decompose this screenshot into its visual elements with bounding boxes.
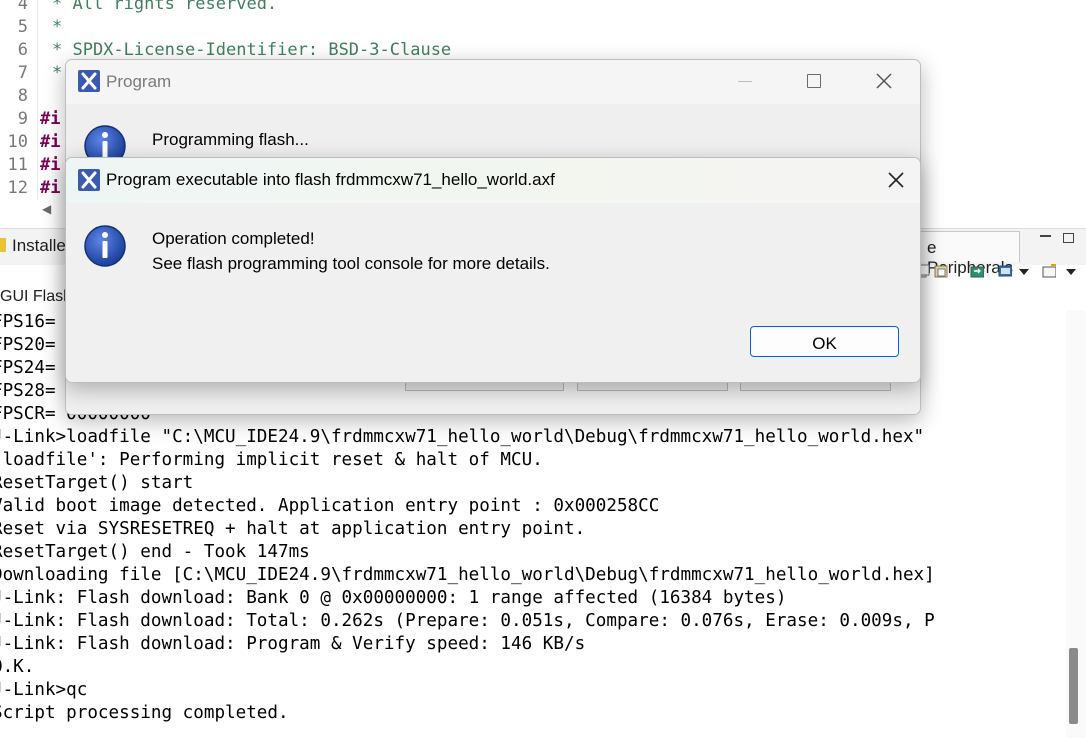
flash-dialog-message-line2: See flash programming tool console for m… (152, 254, 550, 273)
program-dialog-message: Programming flash... (152, 130, 309, 149)
code-text: #i (40, 178, 61, 198)
line-number: 8 (17, 86, 28, 106)
maximize-icon[interactable] (807, 74, 821, 88)
ok-button[interactable]: OK (750, 326, 899, 357)
flash-dialog-title: Program executable into flash frdmmcxw71… (106, 170, 555, 189)
open-console-icon[interactable] (1042, 264, 1056, 278)
minimize-icon[interactable] (738, 81, 752, 82)
console-line: J-Link: Flash download: Total: 0.262s (P… (0, 611, 935, 631)
display-console-icon[interactable] (998, 264, 1012, 278)
line-number: 6 (17, 40, 28, 60)
console-line: 'loadfile': Performing implicit reset & … (0, 450, 543, 470)
program-dialog-title: Program (106, 72, 172, 91)
code-text: * All rights reserved. (52, 0, 278, 14)
flash-dialog-titlebar[interactable]: Program executable into flash frdmmcxw71… (66, 158, 920, 203)
code-text: #i (40, 109, 61, 129)
console-line: FPS20= (0, 335, 56, 355)
installed-icon (0, 238, 6, 252)
tab-installed-label: Installe (12, 236, 66, 255)
console-line: FPS16= (0, 312, 56, 332)
console-line: Valid boot image detected. Application e… (0, 496, 660, 516)
close-icon[interactable] (874, 71, 894, 91)
program-dialog-titlebar[interactable]: Program (66, 60, 920, 104)
minimize-view-icon[interactable] (1040, 235, 1051, 237)
line-number: 5 (17, 17, 28, 37)
console-line: Script processing completed. (0, 703, 289, 723)
console-scrollbar-thumb[interactable] (1069, 648, 1078, 724)
code-text: #i (40, 132, 61, 152)
console-line: ResetTarget() end - Took 147ms (0, 542, 310, 562)
editor-gutter-divider (37, 0, 38, 200)
console-line: FPS24= (0, 358, 56, 378)
console-line: Reset via SYSRESETREQ + halt at applicat… (0, 519, 586, 539)
line-number: 9 (17, 109, 28, 129)
console-line: J-Link>qc (0, 680, 88, 700)
scroll-left-arrow-icon[interactable]: ◀ (42, 202, 51, 216)
console-line: O.K. (0, 657, 35, 677)
console-title: GUI Flash (0, 288, 73, 305)
display-console-dropdown-icon[interactable] (1019, 269, 1029, 275)
line-number: 12 (7, 178, 28, 198)
line-number: 11 (7, 155, 28, 175)
console-line: Downloading file [C:\MCU_IDE24.9\frdmmcx… (0, 565, 935, 585)
maximize-view-icon[interactable] (1063, 233, 1074, 243)
x-app-icon (78, 70, 100, 92)
line-number: 10 (7, 132, 28, 152)
code-text: * (52, 63, 63, 83)
tab-installed[interactable]: Installe (0, 236, 66, 256)
close-icon[interactable] (886, 170, 906, 190)
console-line: ResetTarget() start (0, 473, 194, 493)
open-console-dropdown-icon[interactable] (1066, 269, 1076, 275)
tab-peripherals[interactable]: e Peripherals (916, 231, 1020, 277)
line-number: 7 (17, 63, 28, 83)
code-text: #i (40, 155, 61, 175)
console-line: J-Link>loadfile "C:\MCU_IDE24.9\frdmmcxw… (0, 427, 925, 447)
x-app-icon (78, 169, 100, 191)
console-line: J-Link: Flash download: Program & Verify… (0, 634, 586, 654)
flash-complete-dialog: Program executable into flash frdmmcxw71… (65, 157, 921, 383)
info-icon (84, 225, 126, 267)
pin-console-icon[interactable] (970, 264, 984, 278)
console-line: FPS28= (0, 381, 56, 401)
flash-dialog-message-line1: Operation completed! (152, 229, 315, 248)
code-text: * (52, 17, 63, 37)
line-number: 4 (17, 0, 28, 14)
flash-dialog-body: Operation completed! See flash programmi… (66, 203, 920, 382)
paste-icon[interactable] (934, 264, 948, 278)
console-line: J-Link: Flash download: Bank 0 @ 0x00000… (0, 588, 787, 608)
